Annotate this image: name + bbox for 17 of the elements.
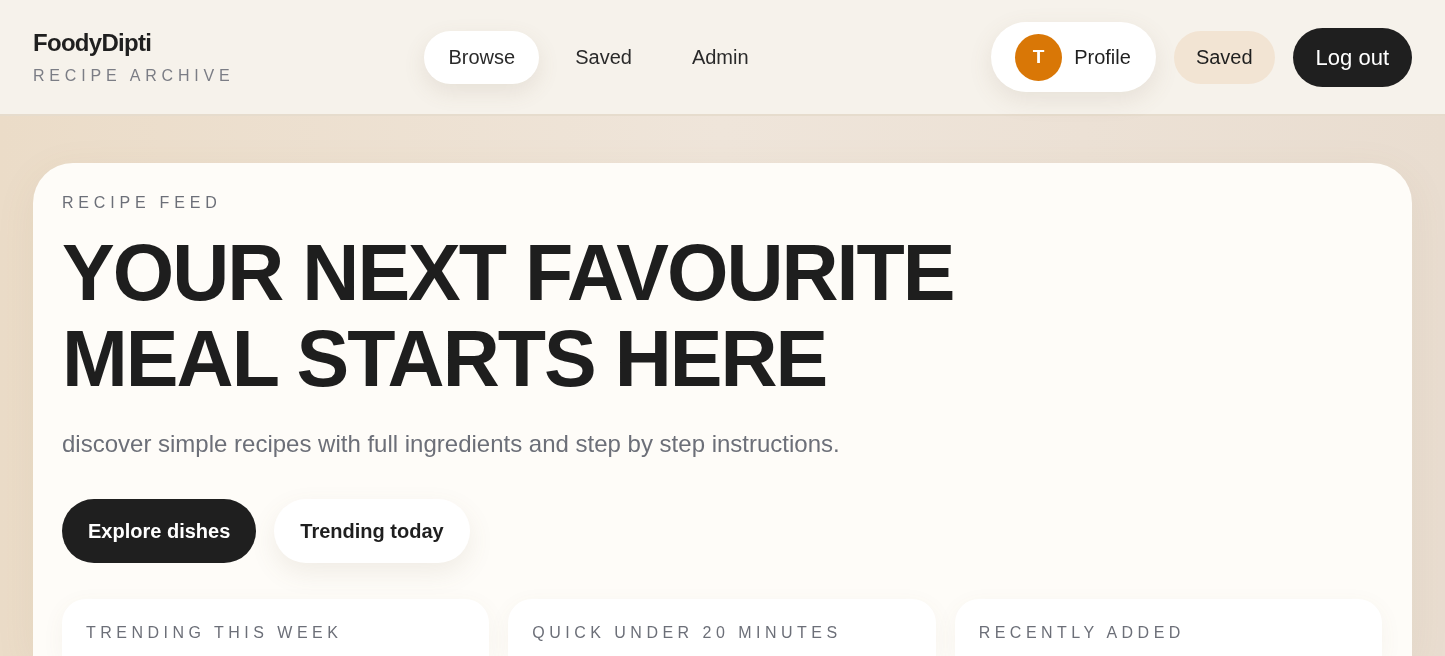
profile-button[interactable]: T Profile [991,22,1156,92]
nav-tab[interactable]: Saved [551,30,656,84]
section-heading: QUICK UNDER 20 MINUTES [532,623,843,643]
hero-subtitle: discover simple recipes with full ingredients and step by step instructions. [62,429,841,460]
hero-heading: YOUR NEXT FAVOURITE MEAL STARTS HERE [62,230,955,403]
saved-button[interactable]: Saved [1173,30,1275,84]
nav-tab[interactable]: Browse [424,30,540,84]
brand-name: FoodyDipti [33,28,153,58]
trending-button[interactable]: Trending today [274,499,470,564]
logout-button[interactable]: Log out [1292,27,1412,87]
section-heading: TRENDING THIS WEEK [86,623,344,643]
section-heading: RECENTLY ADDED [978,623,1186,643]
explore-button[interactable]: Explore dishes [62,499,257,564]
nav-tab[interactable]: Admin [667,30,773,84]
avatar-icon: T [1015,33,1063,81]
brand-tagline: RECIPE ARCHIVE [33,66,235,86]
eyebrow-label: RECIPE FEED [62,193,223,213]
